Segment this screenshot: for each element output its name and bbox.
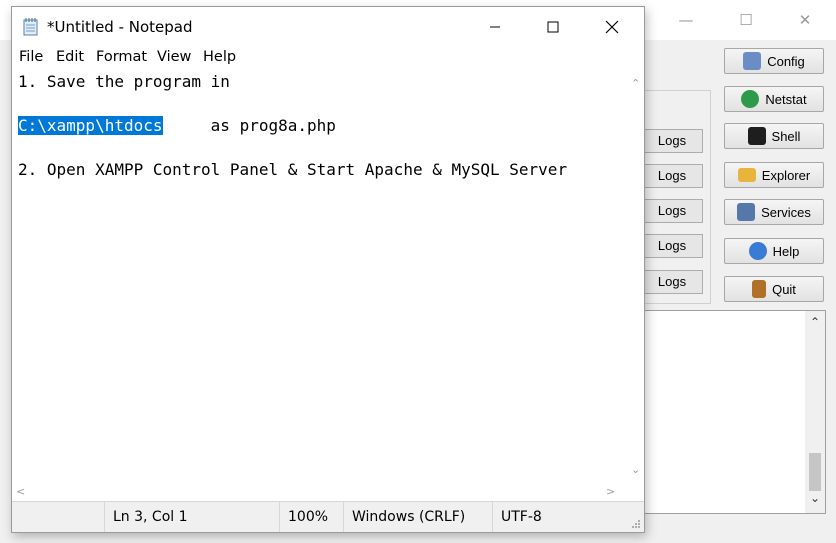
netstat-button-label: Netstat bbox=[765, 91, 807, 107]
logs-button-apache[interactable]: Logs bbox=[642, 129, 703, 153]
resize-grip-icon[interactable] bbox=[631, 519, 641, 529]
status-line-ending: Windows (CRLF) bbox=[343, 502, 492, 532]
services-icon bbox=[737, 203, 756, 221]
status-encoding: UTF-8 bbox=[492, 502, 628, 532]
shell-button-label: Shell bbox=[771, 128, 801, 144]
terminal-icon bbox=[747, 127, 766, 145]
notepad-titlebar[interactable]: *Untitled - Notepad bbox=[12, 7, 644, 47]
log-scrollbar-thumb[interactable] bbox=[809, 453, 821, 491]
xampp-log-area[interactable]: ⌃ ⌄ bbox=[642, 310, 826, 514]
folder-icon bbox=[737, 168, 756, 182]
xampp-close-button[interactable]: ✕ bbox=[795, 10, 815, 30]
quit-button[interactable]: Quit bbox=[724, 276, 824, 302]
text-line-3: 2. Open XAMPP Control Panel & Start Apac… bbox=[18, 160, 568, 179]
horizontal-scrollbar[interactable]: < > bbox=[12, 485, 628, 501]
scroll-up-icon[interactable]: ⌃ bbox=[631, 77, 640, 90]
text-editor[interactable]: 1. Save the program in C:\xampp\htdocs a… bbox=[12, 69, 628, 485]
text-line-1: 1. Save the program in bbox=[18, 72, 230, 91]
notepad-icon bbox=[23, 18, 38, 36]
chevron-down-icon[interactable]: ⌄ bbox=[805, 491, 825, 505]
scroll-down-icon[interactable]: ⌄ bbox=[631, 463, 640, 476]
maximize-button[interactable] bbox=[524, 7, 582, 47]
config-button[interactable]: Config bbox=[724, 48, 824, 74]
status-cursor-position: Ln 3, Col 1 bbox=[104, 502, 279, 532]
close-icon bbox=[605, 20, 619, 34]
logs-button-mercury[interactable]: Logs bbox=[642, 234, 703, 258]
log-scrollbar[interactable]: ⌃ ⌄ bbox=[805, 311, 825, 513]
status-bar: Ln 3, Col 1 100% Windows (CRLF) UTF-8 bbox=[12, 501, 644, 532]
menu-format[interactable]: Format bbox=[96, 49, 147, 65]
logs-button-filezilla[interactable]: Logs bbox=[642, 199, 703, 223]
close-button[interactable] bbox=[583, 7, 641, 47]
explorer-button-label: Explorer bbox=[761, 167, 811, 183]
scroll-right-icon[interactable]: > bbox=[606, 485, 615, 498]
quit-button-label: Quit bbox=[772, 281, 796, 297]
text-line-2: C:\xampp\htdocs as prog8a.php bbox=[18, 115, 336, 137]
menu-edit[interactable]: Edit bbox=[56, 49, 84, 65]
help-icon bbox=[748, 242, 767, 260]
chevron-up-icon[interactable]: ⌃ bbox=[805, 315, 825, 329]
selected-text: C:\xampp\htdocs bbox=[18, 116, 163, 135]
vertical-scrollbar[interactable]: ⌃ ⌄ bbox=[628, 69, 644, 485]
shell-button[interactable]: Shell bbox=[724, 123, 824, 149]
maximize-icon bbox=[547, 21, 559, 33]
menu-view[interactable]: View bbox=[157, 49, 191, 65]
door-icon bbox=[752, 280, 767, 298]
services-button-label: Services bbox=[761, 204, 811, 220]
logs-button-tomcat[interactable]: Logs bbox=[642, 270, 703, 294]
help-button[interactable]: Help bbox=[724, 238, 824, 264]
globe-icon bbox=[741, 90, 760, 108]
netstat-button[interactable]: Netstat bbox=[724, 86, 824, 112]
xampp-minimize-button[interactable]: — bbox=[676, 10, 696, 30]
scroll-left-icon[interactable]: < bbox=[16, 485, 25, 498]
config-button-label: Config bbox=[767, 53, 805, 69]
logs-button-mysql[interactable]: Logs bbox=[642, 164, 703, 188]
window-title: *Untitled - Notepad bbox=[47, 18, 193, 36]
xampp-maximize-button[interactable]: ☐ bbox=[736, 10, 756, 30]
services-button[interactable]: Services bbox=[724, 199, 824, 225]
menu-bar: File Edit Format View Help bbox=[12, 47, 644, 69]
text-line-2-rest: as prog8a.php bbox=[162, 116, 336, 135]
notepad-window: *Untitled - Notepad File Edit Format Vie… bbox=[11, 6, 645, 533]
minimize-button[interactable] bbox=[466, 7, 524, 47]
explorer-button[interactable]: Explorer bbox=[724, 162, 824, 188]
wrench-icon bbox=[743, 52, 762, 70]
status-zoom: 100% bbox=[279, 502, 343, 532]
minimize-icon bbox=[490, 26, 500, 28]
menu-file[interactable]: File bbox=[19, 49, 43, 65]
help-button-label: Help bbox=[772, 243, 800, 259]
menu-help[interactable]: Help bbox=[203, 49, 236, 65]
